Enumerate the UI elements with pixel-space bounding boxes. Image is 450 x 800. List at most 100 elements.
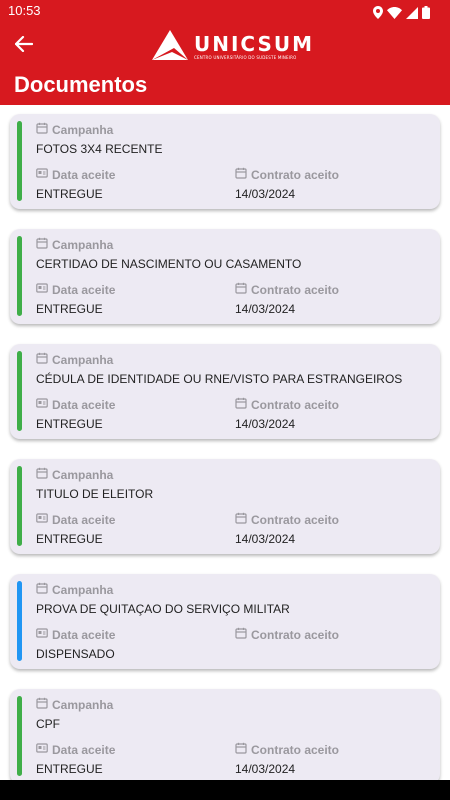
unicsum-logo: UNICSUM CENTRO UNIVERSITÁRIO DO SUDESTE … (150, 28, 312, 66)
calendar-icon (235, 512, 247, 527)
document-name: CERTIDAO DE NASCIMENTO OU CASAMENTO (36, 257, 302, 271)
document-status: ENTREGUE (36, 417, 103, 431)
wifi-icon (387, 4, 402, 23)
contrato-aceito-label: Contrato aceito (235, 627, 339, 642)
location-icon (373, 4, 383, 23)
document-name: CÉDULA DE IDENTIDADE OU RNE/VISTO PARA E… (36, 372, 403, 386)
system-navigation-bar (0, 780, 450, 800)
calendar-icon (36, 582, 48, 597)
contract-date: 14/03/2024 (235, 762, 296, 776)
contrato-aceito-label-text: Contrato aceito (251, 397, 340, 412)
data-aceite-label-text: Data aceite (52, 742, 116, 757)
id-card-icon (36, 512, 48, 527)
campanha-label-text: Campanha (52, 237, 114, 252)
data-aceite-label-text: Data aceite (52, 627, 116, 642)
document-status: ENTREGUE (36, 762, 103, 776)
calendar-icon (235, 397, 247, 412)
document-status: ENTREGUE (36, 532, 103, 546)
contrato-aceito-label: Contrato aceito (235, 397, 339, 412)
contract-date: 14/03/2024 (235, 302, 296, 316)
page-title: Documentos (14, 72, 148, 97)
document-status: ENTREGUE (36, 302, 103, 316)
document-card[interactable]: Campanha FOTOS 3X4 RECENTE Data aceite Cont… (10, 114, 440, 209)
status-accent-bar (17, 121, 22, 201)
data-aceite-label-text: Data aceite (52, 397, 116, 412)
contrato-aceito-label: Contrato aceito (235, 512, 339, 527)
id-card-icon (36, 167, 48, 182)
contrato-aceito-label: Contrato aceito (235, 282, 339, 297)
status-bar: 10:53 (0, 0, 450, 22)
battery-icon (422, 4, 430, 23)
calendar-icon (235, 167, 247, 182)
campanha-label-text: Campanha (52, 697, 114, 712)
arrow-left-icon (14, 35, 34, 56)
data-aceite-label: Data aceite (36, 397, 115, 412)
status-accent-bar (17, 466, 22, 546)
data-aceite-label: Data aceite (36, 627, 115, 642)
campanha-label: Campanha (36, 697, 113, 712)
document-name: FOTOS 3X4 RECENTE (36, 142, 163, 156)
data-aceite-label: Data aceite (36, 512, 115, 527)
data-aceite-label-text: Data aceite (52, 282, 116, 297)
data-aceite-label: Data aceite (36, 167, 115, 182)
data-aceite-label: Data aceite (36, 742, 115, 757)
logo-text: UNICSUM (194, 32, 315, 56)
id-card-icon (36, 742, 48, 757)
data-aceite-label-text: Data aceite (52, 512, 116, 527)
id-card-icon (36, 282, 48, 297)
calendar-icon (36, 352, 48, 367)
calendar-icon (235, 282, 247, 297)
document-name: TITULO DE ELEITOR (36, 487, 154, 501)
contract-date: 14/03/2024 (235, 187, 296, 201)
data-aceite-label-text: Data aceite (52, 167, 116, 182)
contrato-aceito-label: Contrato aceito (235, 167, 339, 182)
calendar-icon (36, 237, 48, 252)
status-accent-bar (17, 581, 22, 661)
logo-subtitle: CENTRO UNIVERSITÁRIO DO SUDESTE MINEIRO (194, 55, 297, 60)
status-accent-bar (17, 696, 22, 776)
document-name: CPF (36, 717, 60, 731)
data-aceite-label: Data aceite (36, 282, 115, 297)
calendar-icon (235, 742, 247, 757)
contrato-aceito-label-text: Contrato aceito (251, 512, 340, 527)
signal-icon (406, 4, 418, 23)
calendar-icon (235, 627, 247, 642)
campanha-label-text: Campanha (52, 467, 114, 482)
contrato-aceito-label-text: Contrato aceito (251, 167, 340, 182)
title-bar: Documentos (0, 72, 450, 105)
campanha-label: Campanha (36, 122, 113, 137)
calendar-icon (36, 697, 48, 712)
status-time: 10:53 (8, 3, 41, 18)
document-card[interactable]: Campanha CÉDULA DE IDENTIDADE OU RNE/VIST… (10, 344, 440, 439)
app-bar: UNICSUM CENTRO UNIVERSITÁRIO DO SUDESTE … (0, 22, 450, 72)
status-accent-bar (17, 236, 22, 316)
document-card[interactable]: Campanha PROVA DE QUITAÇAO DO SERVIÇO MIL… (10, 574, 440, 669)
campanha-label: Campanha (36, 467, 113, 482)
contrato-aceito-label-text: Contrato aceito (251, 627, 340, 642)
contract-date: 14/03/2024 (235, 417, 296, 431)
document-list: Campanha FOTOS 3X4 RECENTE Data aceite Cont… (0, 105, 450, 780)
campanha-label: Campanha (36, 582, 113, 597)
back-button[interactable] (12, 34, 36, 58)
document-name: PROVA DE QUITAÇAO DO SERVIÇO MILITAR (36, 602, 290, 616)
id-card-icon (36, 397, 48, 412)
campanha-label: Campanha (36, 352, 113, 367)
contrato-aceito-label: Contrato aceito (235, 742, 339, 757)
document-card[interactable]: Campanha CPF Data aceite Contrato aceito ENT… (10, 689, 440, 780)
status-icons (373, 4, 430, 23)
campanha-label-text: Campanha (52, 582, 114, 597)
document-status: ENTREGUE (36, 187, 103, 201)
campanha-label: Campanha (36, 237, 113, 252)
campanha-label-text: Campanha (52, 122, 114, 137)
document-card[interactable]: Campanha CERTIDAO DE NASCIMENTO OU CASAME… (10, 229, 440, 324)
calendar-icon (36, 122, 48, 137)
contrato-aceito-label-text: Contrato aceito (251, 742, 340, 757)
calendar-icon (36, 467, 48, 482)
contract-date: 14/03/2024 (235, 532, 296, 546)
document-card[interactable]: Campanha TITULO DE ELEITOR Data aceite Cont… (10, 459, 440, 554)
status-accent-bar (17, 351, 22, 431)
contrato-aceito-label-text: Contrato aceito (251, 282, 340, 297)
document-status: DISPENSADO (36, 647, 115, 661)
campanha-label-text: Campanha (52, 352, 114, 367)
id-card-icon (36, 627, 48, 642)
